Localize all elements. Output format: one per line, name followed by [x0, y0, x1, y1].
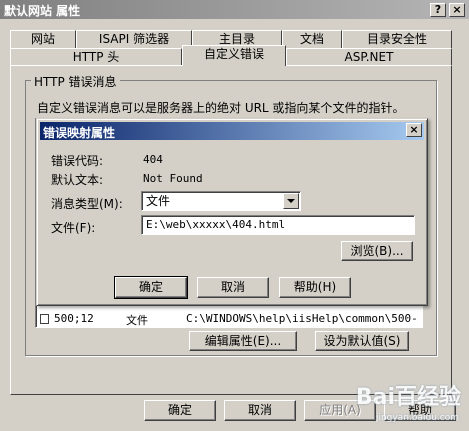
error-code-label: 错误代码:: [51, 154, 104, 168]
title-bar: 默认网站 属性 ? ×: [0, 0, 469, 19]
tab-isapi-filters[interactable]: ISAPI 筛选器: [76, 30, 192, 48]
table-row[interactable]: 500;12 文件 C:\WINDOWS\help\iisHelp\common…: [38, 312, 418, 327]
dialog-title-bar: 错误映射属性 ×: [40, 122, 424, 140]
error-code-cell: 500;12: [54, 312, 94, 325]
file-path-input[interactable]: E:\web\xxxxx\404.html: [141, 215, 415, 235]
error-code-value: 404: [143, 153, 163, 166]
message-type-value: 文件: [146, 194, 171, 208]
dialog-ok-button[interactable]: 确定: [114, 276, 188, 299]
close-icon[interactable]: ×: [449, 3, 465, 17]
tab-directory-security[interactable]: 目录安全性: [342, 30, 452, 48]
cancel-button[interactable]: 取消: [224, 400, 296, 421]
dialog-title: 错误映射属性: [43, 126, 116, 140]
default-text-value: Not Found: [143, 172, 203, 185]
watermark-logo: Bai百经验: [355, 385, 461, 410]
tab-http-headers[interactable]: HTTP 头: [10, 48, 182, 66]
group-description: 自定义错误消息可以是服务器上的绝对 URL 或指向某个文件的指针。: [37, 101, 405, 115]
set-default-button[interactable]: 设为默认值(S): [315, 331, 409, 351]
browse-button[interactable]: 浏览(B)...: [341, 241, 413, 261]
file-label: 文件(F):: [51, 221, 96, 235]
dialog-help-button[interactable]: 帮助(H): [279, 277, 351, 298]
message-type-select[interactable]: 文件: [141, 191, 301, 211]
edit-properties-button[interactable]: 编辑属性(E)...: [189, 331, 297, 351]
dialog-cancel-button[interactable]: 取消: [197, 277, 269, 298]
default-text-label: 默认文本:: [51, 173, 104, 187]
tab-documents[interactable]: 文档: [282, 30, 342, 48]
error-type-cell: 文件: [126, 314, 148, 327]
help-icon[interactable]: ?: [430, 3, 446, 17]
group-legend: HTTP 错误消息: [31, 73, 120, 90]
dialog-close-icon[interactable]: ×: [406, 123, 422, 137]
tab-asp-net[interactable]: ASP.NET: [286, 48, 452, 66]
ok-button[interactable]: 确定: [144, 400, 216, 421]
tab-website[interactable]: 网站: [10, 30, 76, 48]
error-path-cell: C:\WINDOWS\help\iisHelp\common\500-: [186, 312, 418, 325]
file-icon: [40, 314, 49, 324]
message-type-label: 消息类型(M):: [51, 197, 123, 211]
chevron-down-icon[interactable]: [283, 193, 299, 209]
error-mapping-dialog: 错误映射属性 × 错误代码: 404 默认文本: Not Found 消息类型(…: [36, 118, 428, 306]
tab-custom-errors[interactable]: 自定义错误: [182, 45, 286, 66]
window-title: 默认网站 属性: [4, 4, 81, 18]
watermark-url: jingyan.baidu.com: [375, 413, 459, 423]
